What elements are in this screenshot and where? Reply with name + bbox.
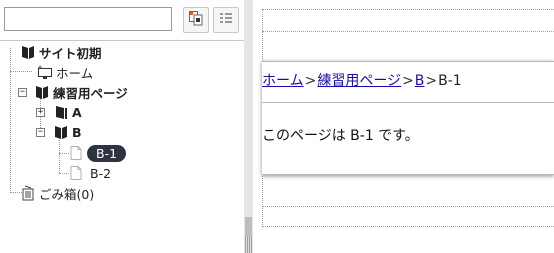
folder-closed-icon [53,104,69,120]
layout-guide [262,31,554,32]
tree-node-practice[interactable]: 練習用ページ [34,83,128,101]
tree-node-label-selected: B-1 [87,144,127,162]
splitter-grip[interactable] [245,237,252,253]
breadcrumb-current: B-1 [438,73,462,89]
tree-node-a[interactable]: A [53,103,82,121]
site-folder-icon [20,44,36,60]
layout-guide [262,9,554,10]
breadcrumb-link-home[interactable]: ホーム [262,73,304,89]
tree-node-home[interactable]: ホーム [37,63,93,81]
breadcrumb-separator: > [304,73,317,89]
breadcrumb-separator: > [425,73,438,89]
tree-node-trash[interactable]: ごみ箱(0) [20,184,94,202]
breadcrumb-link-practice[interactable]: 練習用ページ [317,73,401,89]
breadcrumb: ホーム>練習用ページ>B>B-1 [262,70,462,90]
layout-guide [262,226,554,227]
layout-guide [262,206,554,207]
tree-toolbar [0,0,244,41]
list-view-icon [218,10,234,30]
tree-node-label: B [72,124,82,140]
page-icon [68,145,84,161]
tree-node-label: サイト初期 [39,45,102,61]
search-input[interactable] [4,7,172,31]
site-tree: サイト初期 ホーム − 練習用ページ + A − B B-1 B-2 ごみ箱(0… [0,40,244,253]
breadcrumb-divider [262,102,554,103]
folder-open-icon [34,84,50,100]
page-body-text: このページは B-1 です。 [262,128,419,144]
page-icon [68,165,84,181]
page-select-button[interactable] [183,7,209,33]
tree-scrollbar[interactable] [244,0,253,253]
breadcrumb-link-b[interactable]: B [415,73,425,89]
tree-node-label: B-2 [90,165,112,181]
tree-node-b2[interactable]: B-2 [68,164,111,182]
breadcrumb-separator: > [402,73,414,89]
tree-node-label: ごみ箱(0) [39,186,95,202]
tree-node-b1[interactable]: B-1 [68,144,127,162]
tree-node-label: 練習用ページ [53,85,128,101]
folder-open-icon [53,124,69,140]
tree-toggle-expand[interactable]: + [36,108,45,117]
home-monitor-icon [37,64,53,80]
page-select-icon [188,10,204,30]
tree-guide-line [10,48,11,193]
tree-guide-line [59,137,60,173]
trash-icon [20,185,36,201]
page-preview-panel: ホーム>練習用ページ>B>B-1 このページは B-1 です。 [253,0,554,253]
tree-node-label: A [72,104,82,120]
tree-guide-line [10,71,32,72]
site-tree-panel: サイト初期 ホーム − 練習用ページ + A − B B-1 B-2 ごみ箱(0… [0,0,244,253]
scrollbar-thumb[interactable] [245,217,252,237]
tree-node-root[interactable]: サイト初期 [20,43,102,61]
list-view-button[interactable] [213,7,239,33]
tree-node-b[interactable]: B [53,123,82,141]
tree-toggle-collapse[interactable]: − [18,88,27,97]
tree-node-label: ホーム [56,65,94,81]
tree-toggle-collapse[interactable]: − [36,128,45,137]
